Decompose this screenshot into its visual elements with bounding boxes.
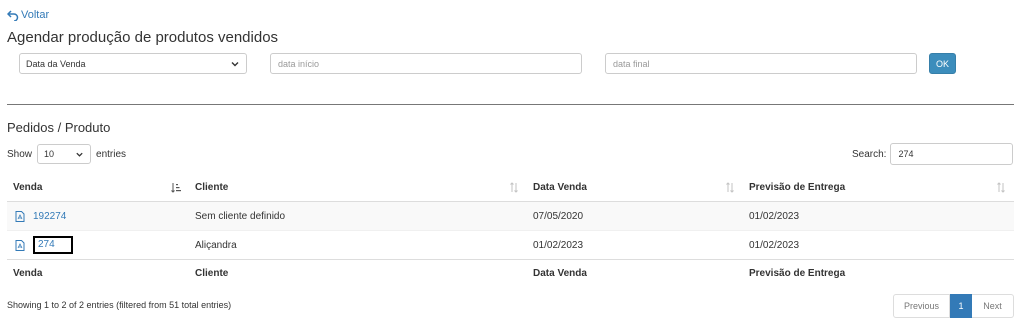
- cell-data-venda: 01/02/2023: [527, 230, 743, 260]
- cell-venda: 192274: [7, 201, 189, 231]
- pdf-file-icon[interactable]: [15, 239, 25, 251]
- sort-arrows-icon: [997, 182, 1005, 193]
- pdf-file-icon[interactable]: [15, 210, 25, 222]
- undo-arrow-icon: [7, 10, 19, 21]
- ok-button[interactable]: OK: [929, 53, 956, 74]
- column-header-previsao[interactable]: Previsão de Entrega: [743, 174, 1014, 202]
- table-info: Showing 1 to 2 of 2 entries (filtered fr…: [7, 300, 232, 310]
- cell-data-venda: 07/05/2020: [527, 201, 743, 231]
- start-date-input[interactable]: [270, 53, 582, 74]
- cell-cliente: Aliçandra: [189, 230, 527, 260]
- entries-label: entries: [96, 148, 127, 160]
- footer-venda: Venda: [7, 259, 189, 287]
- column-header-venda[interactable]: Venda: [7, 174, 189, 202]
- search-control: Search:: [852, 143, 1014, 165]
- chevron-down-icon: [231, 61, 239, 66]
- back-link[interactable]: Voltar: [7, 9, 49, 21]
- divider: [7, 104, 1014, 105]
- end-date-input[interactable]: [605, 53, 917, 74]
- search-input[interactable]: [890, 143, 1014, 165]
- cell-previsao: 01/02/2023: [743, 201, 1014, 231]
- column-header-data-venda[interactable]: Data Venda: [527, 174, 743, 202]
- pagination: Previous 1 Next: [893, 294, 1014, 318]
- show-label: Show: [7, 148, 33, 160]
- sale-link[interactable]: 274: [33, 236, 73, 254]
- cell-previsao: 01/02/2023: [743, 230, 1014, 260]
- back-label: Voltar: [21, 9, 50, 21]
- sale-link[interactable]: 192274: [33, 211, 66, 222]
- table-row: 192274 Sem cliente definido 07/05/2020 0…: [7, 201, 1014, 231]
- cell-cliente: Sem cliente definido: [189, 201, 527, 231]
- page-title: Agendar produção de produtos vendidos: [7, 29, 279, 46]
- section-title: Pedidos / Produto: [7, 120, 111, 135]
- footer-previsao: Previsão de Entrega: [743, 259, 1014, 287]
- previous-page-button[interactable]: Previous: [893, 294, 950, 318]
- sort-amount-down-icon: [171, 183, 181, 193]
- chevron-down-icon: [76, 152, 83, 157]
- sort-arrows-icon: [726, 182, 734, 193]
- date-type-select[interactable]: Data da Venda: [19, 53, 247, 74]
- page-length-select[interactable]: 10: [37, 144, 92, 164]
- table-row: 274 Aliçandra 01/02/2023 01/02/2023: [7, 230, 1014, 260]
- footer-data-venda: Data Venda: [527, 259, 743, 287]
- orders-table: Venda Cliente Data Venda Previsão de Ent…: [7, 174, 1014, 287]
- cell-venda: 274: [7, 230, 189, 260]
- column-header-cliente[interactable]: Cliente: [189, 174, 527, 202]
- sort-arrows-icon: [510, 182, 518, 193]
- footer-cliente: Cliente: [189, 259, 527, 287]
- page-length-value: 10: [44, 149, 55, 159]
- length-control: Show 10 entries: [7, 144, 126, 164]
- date-type-selected: Data da Venda: [26, 58, 86, 69]
- page-1-button[interactable]: 1: [950, 294, 972, 318]
- next-page-button[interactable]: Next: [972, 294, 1014, 318]
- search-label: Search:: [852, 148, 887, 160]
